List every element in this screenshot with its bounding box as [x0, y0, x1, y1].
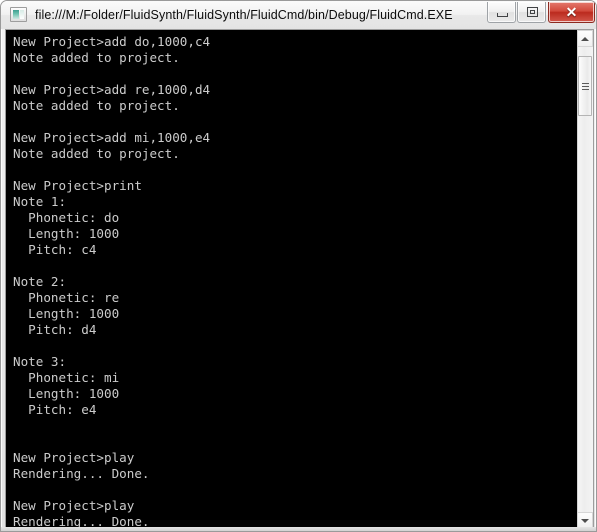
console-line: Note 1: — [13, 194, 67, 209]
close-icon: ✕ — [565, 3, 578, 20]
scrollbar-thumb[interactable] — [578, 56, 592, 116]
console-line: New Project>print — [13, 178, 142, 193]
console-line: Pitch: c4 — [13, 242, 97, 257]
title-bar[interactable]: file:///M:/Folder/FluidSynth/FluidSynth/… — [1, 1, 596, 29]
console-line: New Project>add re,1000,d4 — [13, 82, 211, 97]
console-line: Phonetic: do — [13, 210, 120, 225]
console-line: New Project>play — [13, 450, 135, 465]
console-window-icon — [10, 7, 27, 22]
console-line: New Project>add do,1000,c4 — [13, 34, 211, 49]
scrollbar-track[interactable] — [577, 47, 593, 512]
scroll-down-arrow-icon — [581, 518, 589, 523]
console-line: Pitch: e4 — [13, 402, 97, 417]
vertical-scrollbar[interactable] — [576, 30, 593, 529]
window-bottom-edge — [1, 527, 596, 531]
window-title: file:///M:/Folder/FluidSynth/FluidSynth/… — [35, 8, 453, 22]
minimize-icon — [497, 13, 508, 17]
scrollbar-grip-icon — [581, 82, 589, 90]
console-line: Note added to project. — [13, 146, 180, 161]
console-line: Note 3: — [13, 354, 67, 369]
console-line: New Project>play — [13, 498, 135, 513]
console-line: Note added to project. — [13, 98, 180, 113]
console-line: Length: 1000 — [13, 226, 120, 241]
maximize-button[interactable] — [517, 2, 546, 23]
console-line: New Project>add mi,1000,e4 — [13, 130, 211, 145]
console-output[interactable]: New Project>add do,1000,c4 Note added to … — [6, 30, 576, 529]
console-line: Length: 1000 — [13, 386, 120, 401]
minimize-button[interactable] — [487, 2, 516, 23]
console-client-area: New Project>add do,1000,c4 Note added to … — [5, 29, 594, 529]
console-window: file:///M:/Folder/FluidSynth/FluidSynth/… — [0, 0, 597, 532]
console-line: Length: 1000 — [13, 306, 120, 321]
caption-buttons: ✕ — [486, 2, 595, 23]
scroll-up-button[interactable] — [577, 30, 593, 47]
maximize-icon — [527, 7, 538, 17]
console-line: Phonetic: mi — [13, 370, 120, 385]
console-line: Note 2: — [13, 274, 67, 289]
close-button[interactable]: ✕ — [548, 2, 595, 23]
console-line: Pitch: d4 — [13, 322, 97, 337]
console-line: Rendering... Done. — [13, 466, 150, 481]
console-line: Phonetic: re — [13, 290, 120, 305]
console-line: Note added to project. — [13, 50, 180, 65]
scroll-up-arrow-icon — [581, 36, 589, 41]
